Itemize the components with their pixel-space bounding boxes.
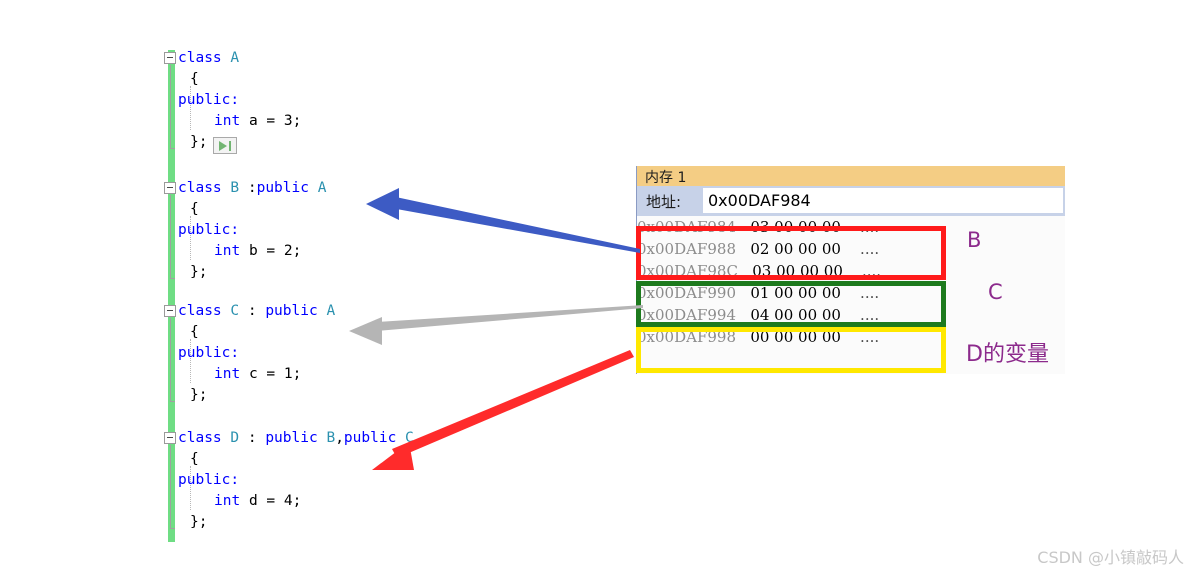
assign-operator: = (266, 243, 276, 259)
tab-memory-1[interactable]: 内存 1 (645, 167, 686, 187)
keyword-class: class (178, 303, 222, 319)
code-line-close: }; (178, 132, 301, 154)
close-brace: }; (190, 134, 208, 150)
base-class-name: A (317, 180, 327, 196)
block-guide-line (170, 318, 175, 402)
annotation-label-b: B (967, 228, 982, 252)
code-line-class-header: class B :public A (178, 178, 326, 199)
base-access-keyword: public (256, 180, 309, 196)
collapse-toggle-icon[interactable] (164, 52, 176, 64)
keyword-class: class (178, 50, 222, 66)
access-specifier: public: (178, 222, 240, 238)
member-type: int (214, 243, 241, 259)
code-block-class-b: class B :public A { public: int b = 2; }… (164, 178, 326, 283)
close-brace: }; (190, 264, 208, 280)
keyword-class: class (178, 180, 222, 196)
base-access-keyword-2: public (343, 430, 397, 446)
block-guide-line (170, 65, 175, 149)
run-to-cursor-button[interactable] (213, 136, 238, 154)
inheritance-colon: : (247, 430, 257, 446)
memory-window-tabbar[interactable]: 内存 1 (637, 166, 1065, 186)
close-brace: }; (190, 514, 208, 530)
assign-operator: = (266, 366, 276, 382)
code-line-member: int b = 2; (178, 241, 326, 262)
annotation-label-d: D的变量 (966, 342, 1049, 367)
member-type: int (214, 366, 241, 382)
access-specifier: public: (178, 345, 240, 361)
play-triangle-icon (219, 140, 228, 151)
code-line-access: public: (178, 90, 301, 111)
member-name: b (248, 243, 258, 259)
close-brace: }; (190, 387, 208, 403)
member-name: a (248, 113, 258, 129)
collapse-toggle-icon[interactable] (164, 182, 176, 194)
open-brace: { (190, 324, 199, 340)
address-label: 地址: (646, 193, 682, 211)
code-line-close: }; (178, 512, 414, 533)
inheritance-colon: : (247, 303, 257, 319)
member-type: int (214, 493, 241, 509)
code-line-open-brace: { (178, 449, 414, 470)
open-brace: { (190, 71, 199, 87)
annotation-label-c: C (988, 280, 1003, 304)
highlight-box-c (636, 281, 946, 327)
code-line-member: int d = 4; (178, 491, 414, 512)
block-guide-line (170, 195, 175, 279)
class-name: D (230, 430, 240, 446)
class-name: B (230, 180, 240, 196)
base-class-name-2: C (405, 430, 414, 446)
open-brace: { (190, 201, 199, 217)
csdn-watermark: CSDN @小镇敲码人 (1037, 548, 1184, 567)
assign-operator: = (266, 493, 276, 509)
semicolon: ; (292, 243, 302, 259)
collapse-toggle-icon[interactable] (164, 432, 176, 444)
play-bar-icon (229, 140, 232, 151)
address-input[interactable] (703, 188, 1063, 213)
memory-address-bar: 地址: (637, 186, 1065, 216)
code-line-open-brace: { (178, 322, 335, 343)
member-value: 1 (283, 366, 293, 382)
code-line-open-brace: { (178, 199, 326, 220)
highlight-box-d (636, 327, 946, 373)
class-name: C (230, 303, 240, 319)
code-line-access: public: (178, 343, 335, 364)
semicolon: ; (292, 366, 302, 382)
code-line-member: int c = 1; (178, 364, 335, 385)
keyword-class: class (178, 430, 222, 446)
code-block-class-d: class D : public B,public C { public: in… (164, 428, 414, 533)
class-name: A (230, 50, 240, 66)
member-value: 2 (283, 243, 293, 259)
code-line-member: int a = 3; (178, 111, 301, 132)
access-specifier: public: (178, 92, 240, 108)
assign-operator: = (266, 113, 276, 129)
code-line-close: }; (178, 262, 326, 283)
semicolon: ; (292, 493, 302, 509)
semicolon: ; (292, 113, 302, 129)
member-value: 3 (283, 113, 293, 129)
code-block-class-a: class A { public: int a = 3; }; (164, 48, 301, 154)
member-name: c (248, 366, 258, 382)
code-editor[interactable]: class A { public: int a = 3; }; class B … (160, 48, 630, 548)
member-type: int (214, 113, 241, 129)
member-value: 4 (283, 493, 293, 509)
open-brace: { (190, 451, 199, 467)
inheritance-colon: : (247, 180, 257, 196)
code-line-close: }; (178, 385, 335, 406)
block-guide-line (170, 445, 175, 529)
member-name: d (248, 493, 258, 509)
code-line-class-header: class C : public A (178, 301, 335, 322)
code-block-class-c: class C : public A { public: int c = 1; … (164, 301, 335, 406)
base-class-name: A (326, 303, 336, 319)
code-line-access: public: (178, 470, 414, 491)
code-line-class-header: class A (178, 48, 301, 69)
base-access-keyword: public (265, 430, 318, 446)
code-line-class-header: class D : public B,public C (178, 430, 414, 446)
base-class-name: B (326, 430, 336, 446)
base-access-keyword: public (265, 303, 318, 319)
code-line-open-brace: { (178, 69, 301, 90)
access-specifier: public: (178, 472, 240, 488)
collapse-toggle-icon[interactable] (164, 305, 176, 317)
highlight-box-b (636, 226, 946, 280)
code-line-access: public: (178, 220, 326, 241)
